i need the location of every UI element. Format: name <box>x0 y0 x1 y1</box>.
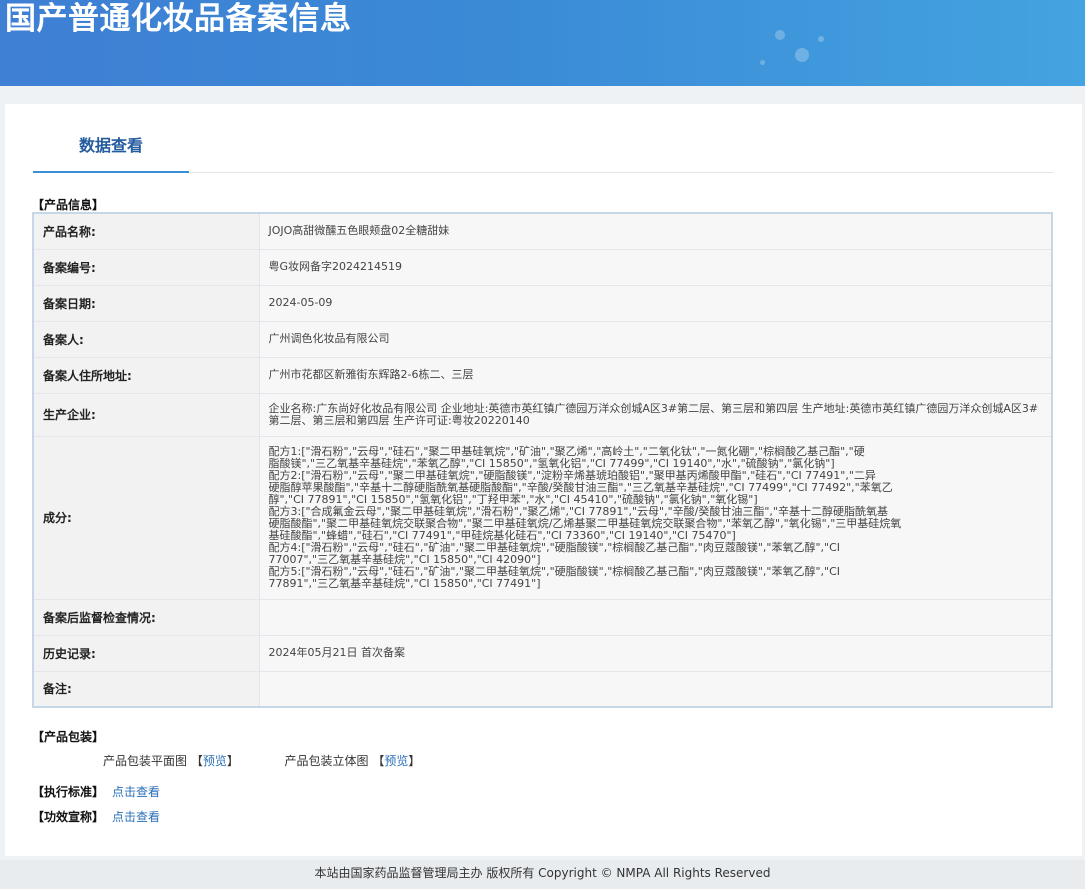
row-label: 产品名称: <box>32 212 260 250</box>
row-label: 生产企业: <box>32 392 260 437</box>
row-label: 备案后监督检查情况: <box>32 598 260 636</box>
table-row: 备案人: 广州调色化妆品有限公司 <box>32 320 1053 358</box>
decoration-dot <box>818 36 824 42</box>
table-row: 产品名称: JOJO高甜微醺五色眼颊盘02全糖甜妹 <box>32 212 1053 250</box>
ingredient-line: 77891","三乙氧基辛基硅烷","CI 15850","CI 77491"] <box>268 576 541 590</box>
flat-image-label: 产品包装平面图 <box>103 754 188 768</box>
ingredient-line: 77007","三乙氧基辛基硅烷","CI 15850","CI 42090"] <box>268 552 541 566</box>
efficacy-heading: 【功效宣称】 <box>32 810 105 824</box>
bracket: 【 <box>372 754 385 768</box>
ingredient-line: 配方5:["滑石粉","云母","硅石","矿油","聚二甲基硅氧烷","硬脂酸… <box>268 564 841 578</box>
supervision-value <box>258 598 1053 636</box>
stereo-image-label: 产品包装立体图 <box>284 754 369 768</box>
row-label: 备案日期: <box>32 284 260 322</box>
ingredients-value: 配方1:["滑石粉","云母","硅石","聚二甲基硅氧烷","矿油","聚乙烯… <box>258 435 1053 600</box>
efficacy-view-link[interactable]: 点击查看 <box>112 808 160 825</box>
copyright-text: 本站由国家药品监督管理局主办 版权所有 Copyright © NMPA All… <box>314 866 771 880</box>
row-label: 备案人: <box>32 320 260 358</box>
row-label: 备案编号: <box>32 248 260 286</box>
ingredient-line: 基硅酸酯","蜂蜡","硅石","CI 77491","甲硅烷基化硅石","CI… <box>268 528 736 542</box>
bracket: 】 <box>408 754 421 768</box>
decoration-dot <box>760 60 765 65</box>
standards-heading: 【执行标准】 <box>32 785 105 799</box>
ingredient-line: 配方4:["滑石粉","云母","硅石","矿油","聚二甲基硅氧烷","硬脂酸… <box>268 540 841 554</box>
footer: 本站由国家药品监督管理局主办 版权所有 Copyright © NMPA All… <box>0 860 1085 889</box>
table-row: 成分: 配方1:["滑石粉","云母","硅石","聚二甲基硅氧烷","矿油",… <box>32 435 1053 600</box>
page-title: 国产普通化妆品备案信息 <box>5 1 352 37</box>
standards-view-link[interactable]: 点击查看 <box>112 783 160 800</box>
table-row: 备案人住所地址: 广州市花都区新雅街东辉路2-6栋二、三层 <box>32 356 1053 394</box>
registrant-value: 广州调色化妆品有限公司 <box>258 320 1053 358</box>
product-name-value: JOJO高甜微醺五色眼颊盘02全糖甜妹 <box>258 212 1053 250</box>
flat-preview-link[interactable]: 预览 <box>203 754 227 768</box>
bracket: 【 <box>190 754 203 768</box>
table-row: 备注: <box>32 670 1053 708</box>
row-label: 成分: <box>32 435 260 600</box>
content-card: 数据查看 【产品信息】 产品名称: JOJO高甜微醺五色眼颊盘02全糖甜妹 备案… <box>5 104 1082 856</box>
ingredient-line: 脂酸镁","三乙氧基辛基硅烷","苯氧乙醇","CI 15850","氢氧化铝"… <box>268 456 835 470</box>
tab-bar: 数据查看 <box>33 128 1054 173</box>
row-label: 备案人住所地址: <box>32 356 260 394</box>
manufacturer-value: 企业名称:广东尚好化妆品有限公司 企业地址:英德市英红镇广德园万洋众创城A区3#… <box>258 392 1053 437</box>
ingredient-line: 硬脂醇苹果酸酯","辛基十二醇硬脂酰氧基硬脂酸酯","辛酸/癸酸甘油三酯","三… <box>268 480 893 494</box>
ingredient-line: 硬脂酸酯","聚二甲基硅氧烷交联聚合物","聚二甲基硅氧烷/乙烯基聚二甲基硅氧烷… <box>268 516 902 530</box>
header-banner: 国产普通化妆品备案信息 <box>0 0 1085 86</box>
bracket: 】 <box>226 754 239 768</box>
decoration-dot <box>795 48 809 62</box>
table-row: 历史记录: 2024年05月21日 首次备案 <box>32 634 1053 672</box>
decoration-dot <box>775 30 785 40</box>
row-label: 历史记录: <box>32 634 260 672</box>
registrant-address-value: 广州市花都区新雅街东辉路2-6栋二、三层 <box>258 356 1053 394</box>
ingredient-line: 醇","CI 77891","CI 15850","氢氧化铝","丁羟甲苯","… <box>268 492 758 506</box>
tab-data-view[interactable]: 数据查看 <box>33 128 189 173</box>
product-info-table: 产品名称: JOJO高甜微醺五色眼颊盘02全糖甜妹 备案编号: 粤G妆网备字20… <box>32 212 1053 708</box>
row-label: 备注: <box>32 670 260 708</box>
stereo-preview-link[interactable]: 预览 <box>384 754 408 768</box>
table-row: 备案后监督检查情况: <box>32 598 1053 636</box>
history-value: 2024年05月21日 首次备案 <box>258 634 1053 672</box>
table-row: 备案日期: 2024-05-09 <box>32 284 1053 322</box>
product-info-heading: 【产品信息】 <box>32 198 105 212</box>
ingredient-line: 配方1:["滑石粉","云母","硅石","聚二甲基硅氧烷","矿油","聚乙烯… <box>268 444 865 458</box>
table-row: 备案编号: 粤G妆网备字2024214519 <box>32 248 1053 286</box>
remarks-value <box>258 670 1053 708</box>
packaging-heading: 【产品包装】 <box>32 730 105 744</box>
registration-number-value: 粤G妆网备字2024214519 <box>258 248 1053 286</box>
table-row: 生产企业: 企业名称:广东尚好化妆品有限公司 企业地址:英德市英红镇广德园万洋众… <box>32 392 1053 437</box>
registration-date-value: 2024-05-09 <box>258 284 1053 322</box>
ingredient-line: 配方2:["滑石粉","云母","聚二甲基硅氧烷","硬脂酸镁","淀粉辛烯基琥… <box>268 468 876 482</box>
packaging-row: 产品包装平面图 【预览】 产品包装立体图 【预览】 <box>103 752 420 769</box>
ingredient-line: 配方3:["合成氟金云母","聚二甲基硅氧烷","滑石粉","聚乙烯","CI … <box>268 504 888 518</box>
